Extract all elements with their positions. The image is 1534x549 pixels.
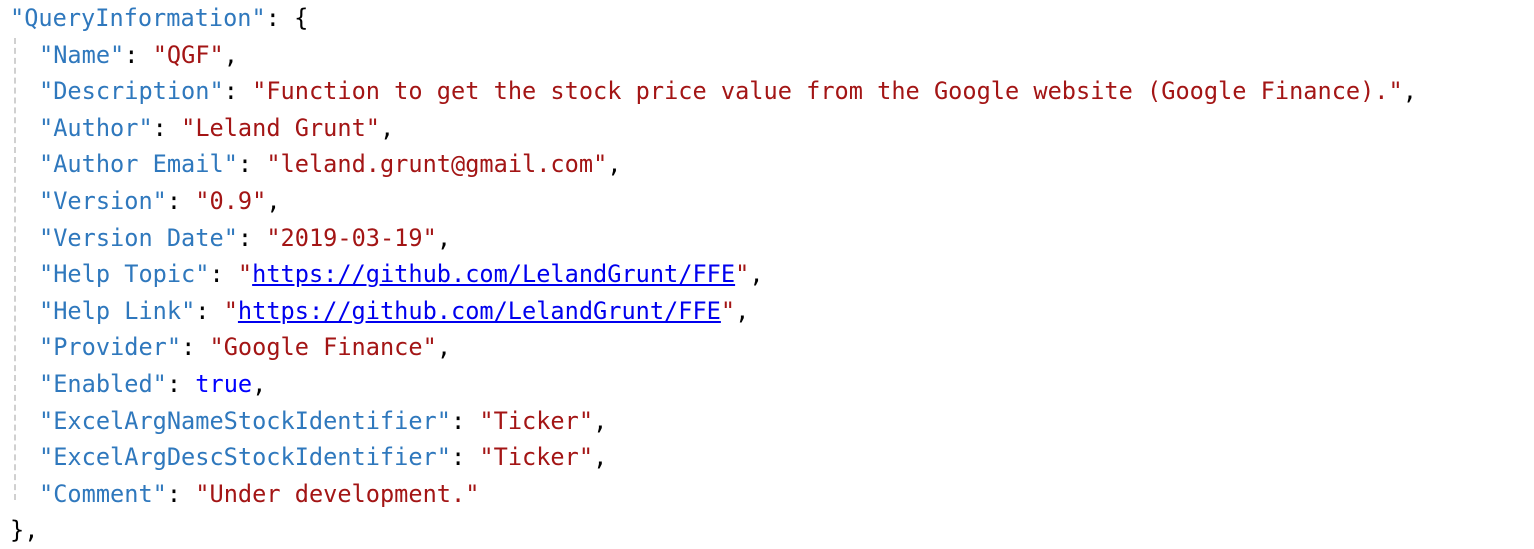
code-line: "Author Email": "leland.grunt@gmail.com"… bbox=[39, 150, 622, 179]
json-value: leland.grunt@gmail.com bbox=[280, 150, 594, 179]
code-line: "Help Topic": "https://github.com/Leland… bbox=[39, 260, 764, 289]
json-boolean: true bbox=[195, 369, 253, 398]
json-value: QGF bbox=[166, 40, 210, 69]
code-line: "Name": "QGF", bbox=[39, 40, 238, 69]
code-line: "Author": "Leland Grunt", bbox=[39, 113, 395, 142]
code-line: "Provider": "Google Finance", bbox=[39, 333, 452, 362]
code-line: "Version": "0.9", bbox=[39, 186, 281, 215]
json-value: Leland Grunt bbox=[195, 113, 366, 142]
json-key: Version Date bbox=[53, 223, 224, 252]
json-value: 2019-03-19 bbox=[280, 223, 423, 252]
json-value: Ticker bbox=[493, 406, 579, 435]
json-key: Name bbox=[53, 40, 111, 69]
json-value: Function to get the stock price value fr… bbox=[266, 77, 1389, 106]
json-key: ExcelArgNameStockIdentifier bbox=[53, 406, 437, 435]
code-line: "Enabled": true, bbox=[39, 369, 267, 398]
json-key: Help Topic bbox=[53, 260, 196, 289]
json-key: Author Email bbox=[53, 150, 224, 179]
json-key: Enabled bbox=[53, 369, 153, 398]
json-value: Ticker bbox=[493, 443, 579, 472]
json-value: Under development. bbox=[209, 479, 466, 508]
help-link[interactable]: https://github.com/LelandGrunt/FFE bbox=[238, 297, 721, 325]
json-key: Author bbox=[53, 113, 139, 142]
json-key: Provider bbox=[53, 333, 167, 362]
code-editor[interactable]: "QueryInformation": { "Name": "QGF", "De… bbox=[10, 0, 1417, 549]
json-key: Comment bbox=[53, 479, 153, 508]
json-key: ExcelArgDescStockIdentifier bbox=[53, 443, 437, 472]
code-line-close: }, bbox=[10, 516, 39, 545]
code-line-root: "QueryInformation": { bbox=[10, 4, 309, 32]
json-key: QueryInformation bbox=[24, 4, 252, 32]
json-key: Help Link bbox=[53, 296, 182, 325]
code-line: "Help Link": "https://github.com/LelandG… bbox=[39, 296, 750, 325]
json-key: Description bbox=[53, 77, 210, 106]
code-line: "Version Date": "2019-03-19", bbox=[39, 223, 452, 252]
json-key: Version bbox=[53, 186, 153, 215]
help-topic-link[interactable]: https://github.com/LelandGrunt/FFE bbox=[252, 260, 735, 288]
json-value: 0.9 bbox=[209, 186, 253, 215]
code-line: "Description": "Function to get the stoc… bbox=[39, 77, 1417, 106]
code-line: "ExcelArgDescStockIdentifier": "Ticker", bbox=[39, 443, 608, 472]
code-line: "Comment": "Under development." bbox=[39, 479, 480, 508]
json-value: Google Finance bbox=[223, 333, 423, 362]
code-line: "ExcelArgNameStockIdentifier": "Ticker", bbox=[39, 406, 608, 435]
